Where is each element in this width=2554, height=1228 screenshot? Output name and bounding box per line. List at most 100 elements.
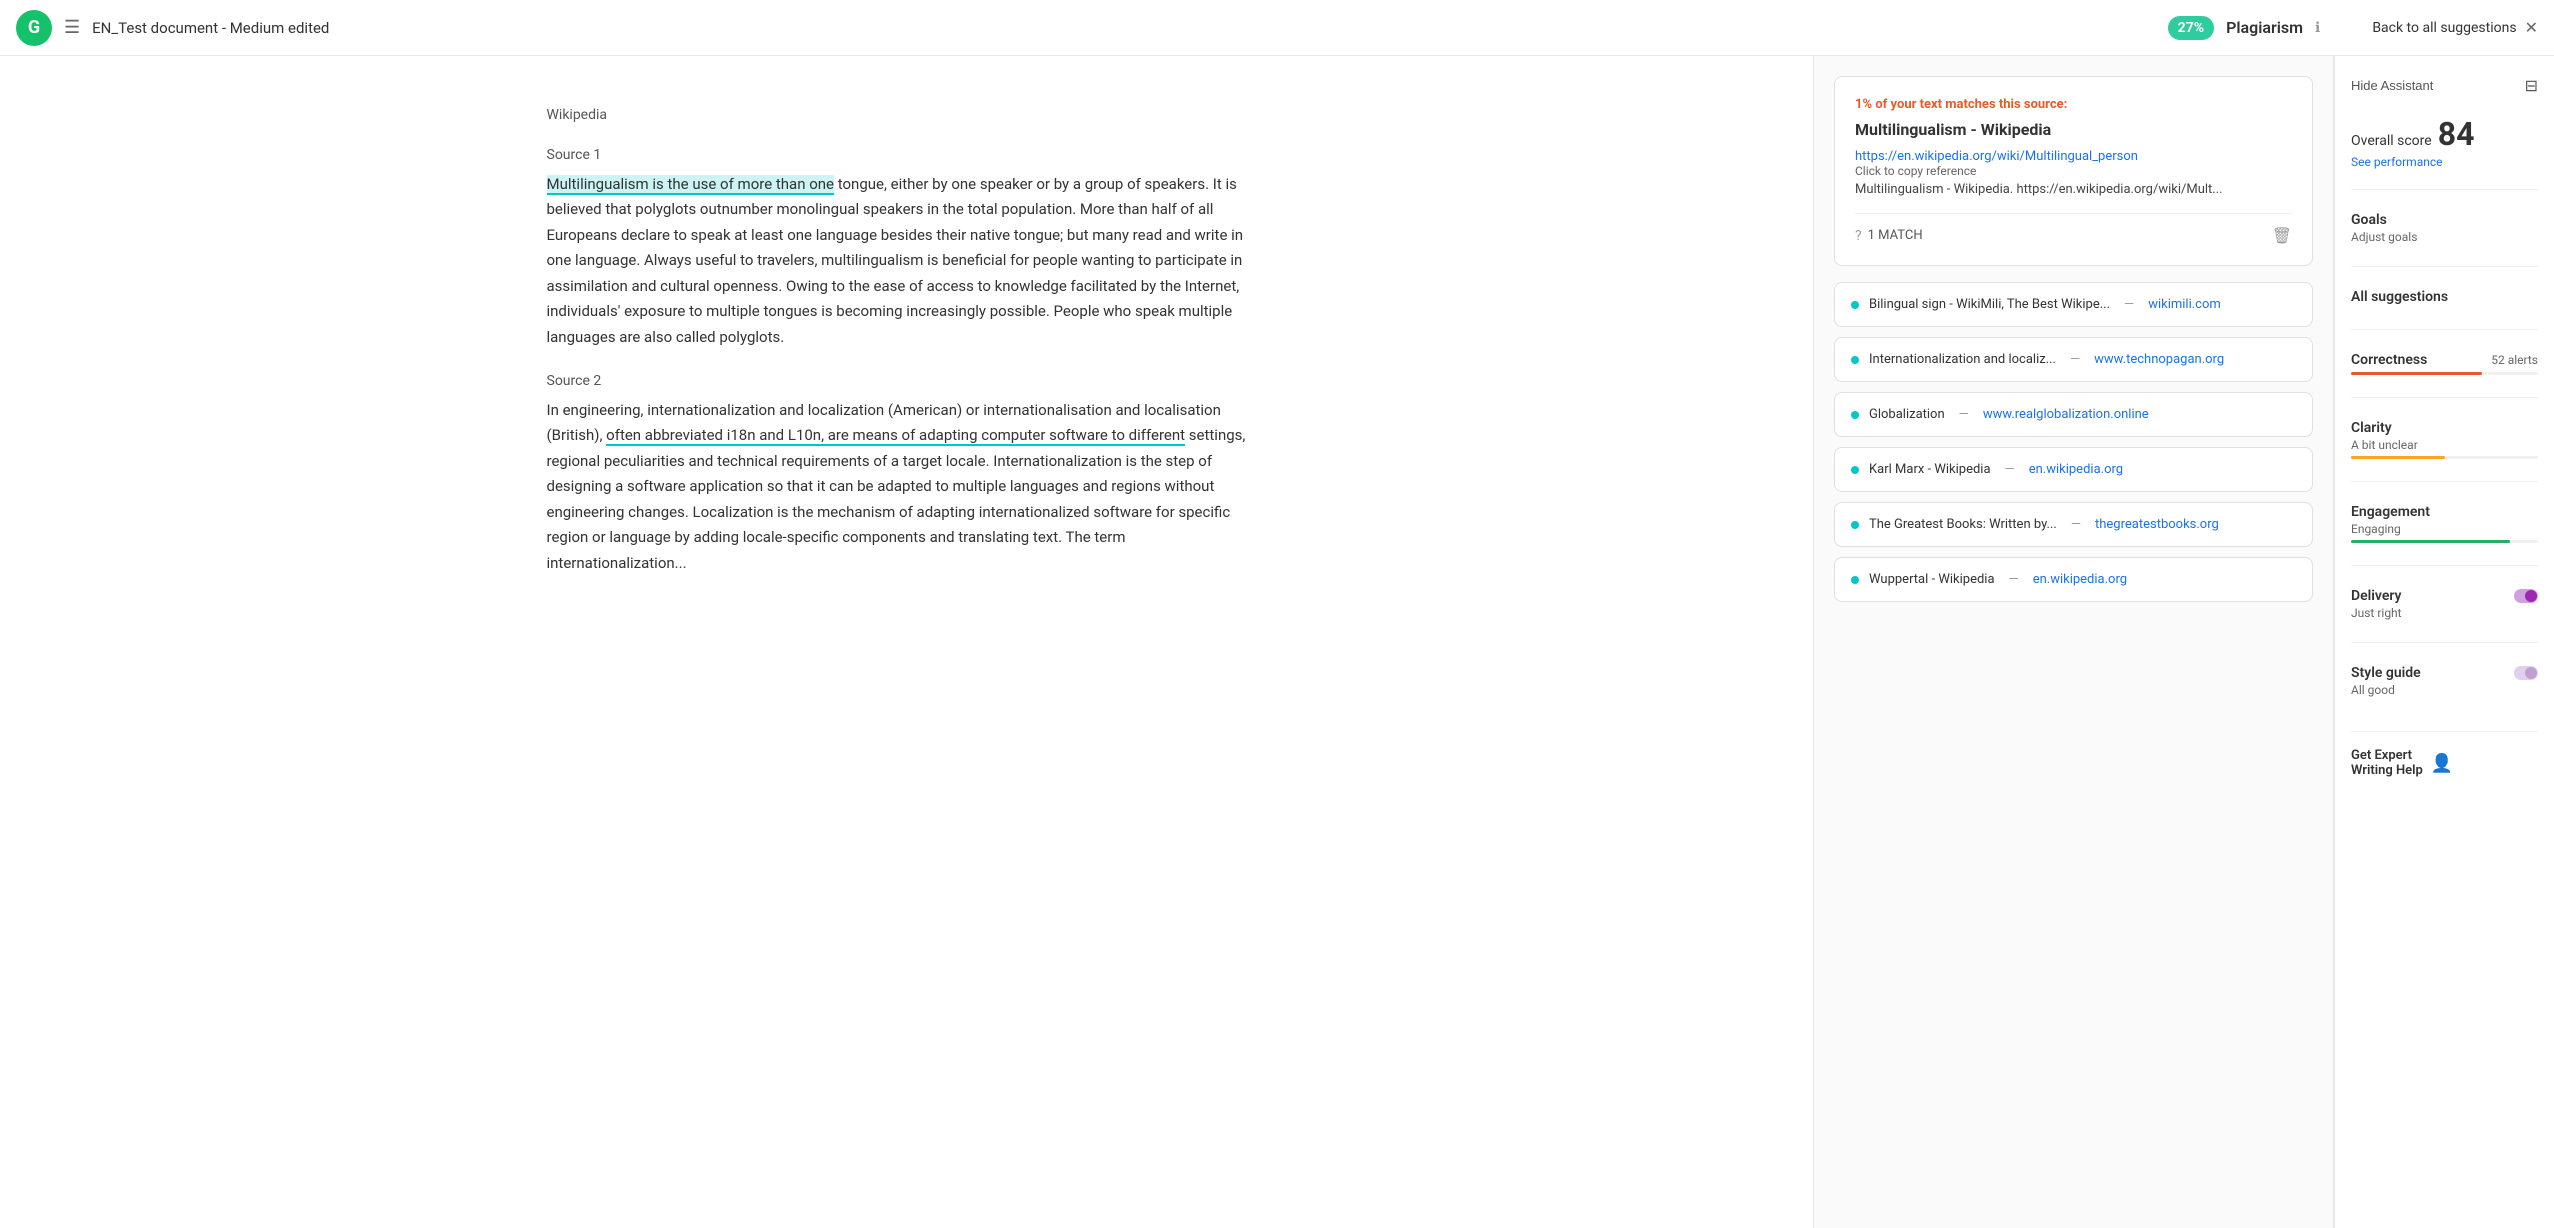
plagiarism-badge: 27%	[2168, 16, 2214, 40]
source-item-dash: —	[2070, 352, 2080, 367]
correctness-item[interactable]: Correctness 52 alerts	[2351, 342, 2538, 385]
correctness-progress-track	[2351, 372, 2538, 375]
list-item[interactable]: The Greatest Books: Written by... — theg…	[1834, 502, 2313, 547]
trash-icon[interactable]: 🗑	[2272, 226, 2292, 245]
style-toggle[interactable]	[2514, 666, 2538, 680]
source-title: Multilingualism - Wikipedia	[1855, 120, 2292, 139]
divider	[2351, 329, 2538, 330]
source-item-dash: —	[2009, 572, 2019, 587]
plagiarism-label: Plagiarism	[2226, 18, 2303, 37]
all-suggestions-item[interactable]: All suggestions	[2351, 279, 2538, 317]
get-expert-section[interactable]: Get Expert Writing Help 👤	[2351, 731, 2538, 778]
list-item[interactable]: Globalization — www.realglobalization.on…	[1834, 392, 2313, 437]
bullet-icon	[1851, 576, 1859, 584]
source-item-domain: en.wikipedia.org	[2029, 462, 2123, 477]
source-item-dash: —	[2124, 297, 2134, 312]
copy-ref-label[interactable]: Click to copy reference	[1855, 164, 2292, 178]
divider	[2351, 397, 2538, 398]
source-list: Bilingual sign - WikiMili, The Best Wiki…	[1834, 282, 2313, 602]
engagement-value: Engaging	[2351, 522, 2538, 536]
source1-label: Source 1	[547, 144, 1267, 168]
clarity-progress-fill	[2351, 456, 2445, 459]
clarity-label: Clarity	[2351, 420, 2392, 436]
topbar: G ☰ EN_Test document - Medium edited 27%…	[0, 0, 2554, 56]
source-card-footer: ? 1 MATCH 🗑	[1855, 213, 2292, 245]
divider	[2351, 266, 2538, 267]
assistant-header: Hide Assistant ⊟	[2351, 76, 2538, 95]
source-item-dash: —	[1959, 407, 1969, 422]
engagement-label: Engagement	[2351, 504, 2430, 520]
close-icon[interactable]: ✕	[2525, 18, 2538, 37]
list-item[interactable]: Internationalization and localiz... — ww…	[1834, 337, 2313, 382]
style-guide-item[interactable]: Style guide All good	[2351, 655, 2538, 707]
main-layout: Wikipedia Source 1 Multilingualism is th…	[0, 56, 2554, 1228]
see-performance-link[interactable]: See performance	[2351, 155, 2538, 169]
goals-value: Adjust goals	[2351, 230, 2538, 244]
delivery-label: Delivery	[2351, 588, 2402, 604]
source-item-domain: wikimili.com	[2148, 297, 2221, 312]
source-item-domain: www.realglobalization.online	[1983, 407, 2149, 422]
highlighted-text-1: Multilingualism is the use of more than …	[547, 175, 835, 195]
bullet-icon	[1851, 466, 1859, 474]
source-item-name: Wuppertal - Wikipedia	[1869, 572, 1995, 587]
question-icon[interactable]: ?	[1855, 228, 1862, 244]
source-card-main: 1% of your text matches this source: Mul…	[1834, 76, 2313, 266]
plagiarism-section: 27% Plagiarism ℹ Back to all suggestions…	[2168, 16, 2538, 40]
back-to-suggestions[interactable]: Back to all suggestions ✕	[2372, 18, 2538, 37]
match-percentage: 1% of your text matches this source:	[1855, 97, 2292, 112]
divider	[2351, 565, 2538, 566]
source-item-dash: —	[2071, 517, 2081, 532]
highlighted-text-2: often abbreviated i18n and L10n, are mea…	[606, 426, 1185, 446]
source-item-domain: en.wikipedia.org	[2033, 572, 2127, 587]
bullet-icon	[1851, 356, 1859, 364]
correctness-progress-fill	[2351, 372, 2482, 375]
expert-person-icon: 👤	[2431, 753, 2453, 774]
delivery-item[interactable]: Delivery Just right	[2351, 578, 2538, 630]
grammarly-logo: G	[16, 10, 52, 46]
goals-item[interactable]: Goals Adjust goals	[2351, 202, 2538, 254]
editor-content: Wikipedia Source 1 Multilingualism is th…	[547, 104, 1267, 576]
source-url[interactable]: https://en.wikipedia.org/wiki/Multilingu…	[1855, 149, 2138, 164]
assistant-panel: Hide Assistant ⊟ Overall score 84 See pe…	[2334, 56, 2554, 1228]
plagiarism-info-icon[interactable]: ℹ	[2315, 20, 2320, 36]
source2-label: Source 2	[547, 370, 1267, 394]
menu-icon[interactable]: ☰	[64, 17, 80, 38]
bullet-icon	[1851, 301, 1859, 309]
clarity-value: A bit unclear	[2351, 438, 2538, 452]
source-item-name: Globalization	[1869, 407, 1945, 422]
divider	[2351, 481, 2538, 482]
expert-sub-label: Writing Help	[2351, 763, 2423, 778]
overall-score-section: Overall score 84 See performance	[2351, 115, 2538, 169]
editor-panel: Wikipedia Source 1 Multilingualism is th…	[0, 56, 1814, 1228]
source-item-name: Karl Marx - Wikipedia	[1869, 462, 1991, 477]
overall-score-value: 84	[2438, 115, 2475, 153]
divider	[2351, 642, 2538, 643]
list-item[interactable]: Karl Marx - Wikipedia — en.wikipedia.org	[1834, 447, 2313, 492]
goals-label: Goals	[2351, 212, 2387, 228]
list-item[interactable]: Wuppertal - Wikipedia — en.wikipedia.org	[1834, 557, 2313, 602]
delivery-toggle[interactable]	[2514, 589, 2538, 603]
clarity-progress-track	[2351, 456, 2538, 459]
hide-assistant-button[interactable]: Hide Assistant	[2351, 78, 2433, 93]
delivery-value: Just right	[2351, 606, 2538, 620]
style-label: Style guide	[2351, 665, 2421, 681]
divider	[2351, 189, 2538, 190]
expert-text-block: Get Expert Writing Help	[2351, 748, 2423, 778]
source-item-domain: www.technopagan.org	[2094, 352, 2224, 367]
engagement-item[interactable]: Engagement Engaging	[2351, 494, 2538, 553]
list-item[interactable]: Bilingual sign - WikiMili, The Best Wiki…	[1834, 282, 2313, 327]
clarity-item[interactable]: Clarity A bit unclear	[2351, 410, 2538, 469]
correctness-label: Correctness	[2351, 352, 2427, 368]
source-item-dash: —	[2005, 462, 2015, 477]
copy-ref-text: Multilingualism - Wikipedia. https://en.…	[1855, 182, 2292, 197]
overall-score-label: Overall score	[2351, 133, 2432, 149]
assistant-menu-icon[interactable]: ⊟	[2525, 76, 2538, 95]
wikipedia-label: Wikipedia	[547, 104, 1267, 128]
overall-score-row: Overall score 84	[2351, 115, 2538, 153]
style-value: All good	[2351, 683, 2538, 697]
document-title: EN_Test document - Medium edited	[92, 19, 2168, 37]
all-suggestions-label: All suggestions	[2351, 289, 2448, 305]
plagiarism-panel: 1% of your text matches this source: Mul…	[1814, 56, 2334, 1228]
engagement-progress-fill	[2351, 540, 2510, 543]
source-item-name: The Greatest Books: Written by...	[1869, 517, 2057, 532]
